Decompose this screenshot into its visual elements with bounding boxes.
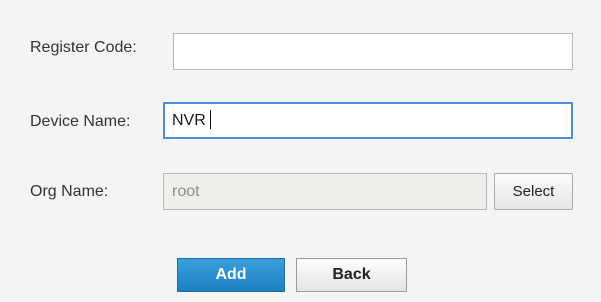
back-button[interactable]: Back (296, 258, 407, 292)
org-name-input: root (163, 173, 487, 210)
register-code-label: Register Code: (30, 39, 137, 56)
select-org-button[interactable]: Select (494, 173, 573, 210)
org-name-label: Org Name: (30, 183, 109, 200)
register-code-input[interactable] (173, 33, 573, 70)
add-button[interactable]: Add (177, 258, 285, 292)
add-device-form: Register Code: Device Name: NVR Org Name… (0, 0, 601, 302)
device-name-label: Device Name: (30, 113, 131, 130)
text-caret (209, 110, 211, 130)
device-name-value: NVR (172, 112, 206, 129)
device-name-input[interactable]: NVR (163, 102, 573, 139)
